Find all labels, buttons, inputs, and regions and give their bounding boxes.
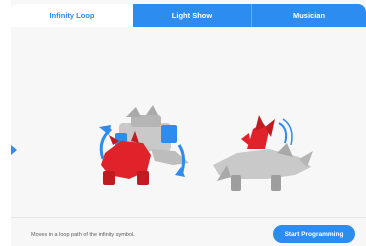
dinosaur-robot-loop-illustration <box>99 105 189 185</box>
dinosaur-robot-side-illustration <box>213 115 313 191</box>
caret-right-icon[interactable] <box>11 145 17 155</box>
program-description: Moves in a loop path of the infinity sym… <box>31 232 135 238</box>
footer-bar: Moves in a loop path of the infinity sym… <box>11 217 366 246</box>
tab-musician[interactable]: Musician <box>252 4 366 27</box>
start-programming-button[interactable]: Start Programming <box>273 225 355 243</box>
tab-infinity-loop[interactable]: Infinity Loop <box>11 4 133 27</box>
preview-area <box>11 27 366 217</box>
program-tabs: Infinity Loop Light Show Musician <box>11 4 366 27</box>
tab-light-show[interactable]: Light Show <box>133 4 252 27</box>
